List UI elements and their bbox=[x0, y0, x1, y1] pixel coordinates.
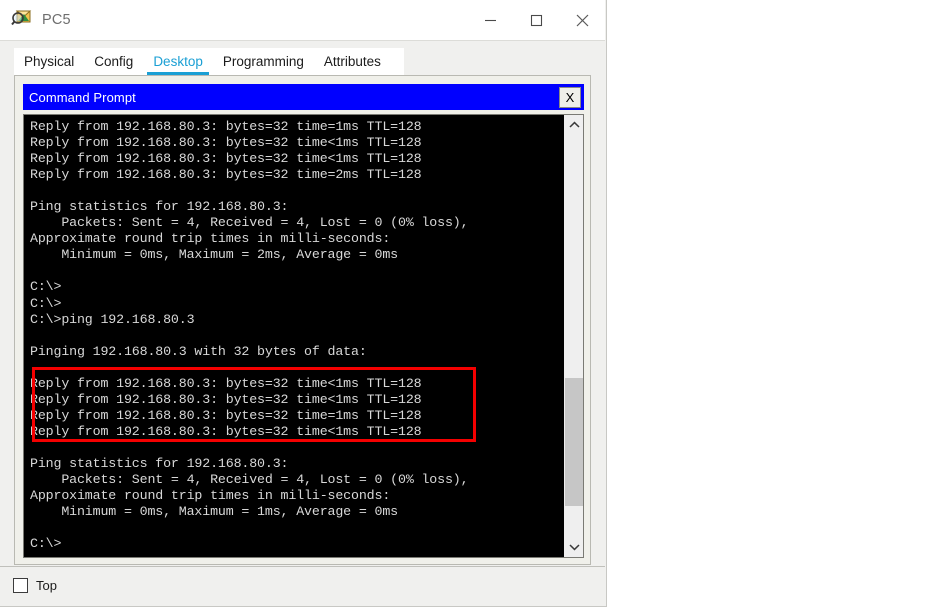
window-controls bbox=[467, 0, 605, 40]
terminal-output-area[interactable]: Reply from 192.168.80.3: bytes=32 time=1… bbox=[24, 115, 563, 557]
terminal-text: Reply from 192.168.80.3: bytes=32 time=1… bbox=[30, 119, 469, 552]
command-prompt-title: Command Prompt bbox=[29, 89, 136, 105]
tab-desktop[interactable]: Desktop bbox=[143, 48, 213, 75]
scroll-down-icon[interactable] bbox=[564, 537, 584, 557]
screenshot-root: PC5 Physical Config Desktop Programming … bbox=[0, 0, 950, 609]
top-checkbox[interactable] bbox=[13, 578, 28, 593]
top-checkbox-label: Top bbox=[36, 578, 57, 593]
window-titlebar: PC5 bbox=[0, 0, 605, 41]
scroll-up-icon[interactable] bbox=[564, 115, 584, 135]
packet-tracer-icon bbox=[11, 9, 33, 31]
tab-physical[interactable]: Physical bbox=[14, 48, 84, 75]
tab-programming[interactable]: Programming bbox=[213, 48, 314, 75]
command-prompt-close-button[interactable]: X bbox=[559, 86, 581, 108]
window-title: PC5 bbox=[42, 12, 71, 28]
scrollbar-thumb[interactable] bbox=[565, 378, 583, 506]
desktop-panel: Command Prompt X Reply from 192.168.80.3… bbox=[14, 75, 591, 565]
tab-attributes[interactable]: Attributes bbox=[314, 48, 391, 75]
pc-device-window: PC5 Physical Config Desktop Programming … bbox=[0, 0, 607, 607]
minimize-icon[interactable] bbox=[467, 0, 513, 41]
close-icon[interactable] bbox=[559, 0, 605, 41]
network-topology-area: 断掉一根交叉线 bbox=[607, 0, 950, 609]
terminal-scrollbar[interactable] bbox=[563, 115, 583, 557]
maximize-icon[interactable] bbox=[513, 0, 559, 41]
top-checkbox-row[interactable]: Top bbox=[13, 578, 57, 593]
tab-bar: Physical Config Desktop Programming Attr… bbox=[14, 48, 404, 75]
command-prompt-titlebar: Command Prompt X bbox=[23, 84, 584, 110]
window-bottom-bar: Top bbox=[0, 566, 605, 606]
tab-config[interactable]: Config bbox=[84, 48, 143, 75]
terminal-container: Reply from 192.168.80.3: bytes=32 time=1… bbox=[23, 114, 584, 558]
topology-graphics bbox=[607, 0, 950, 609]
